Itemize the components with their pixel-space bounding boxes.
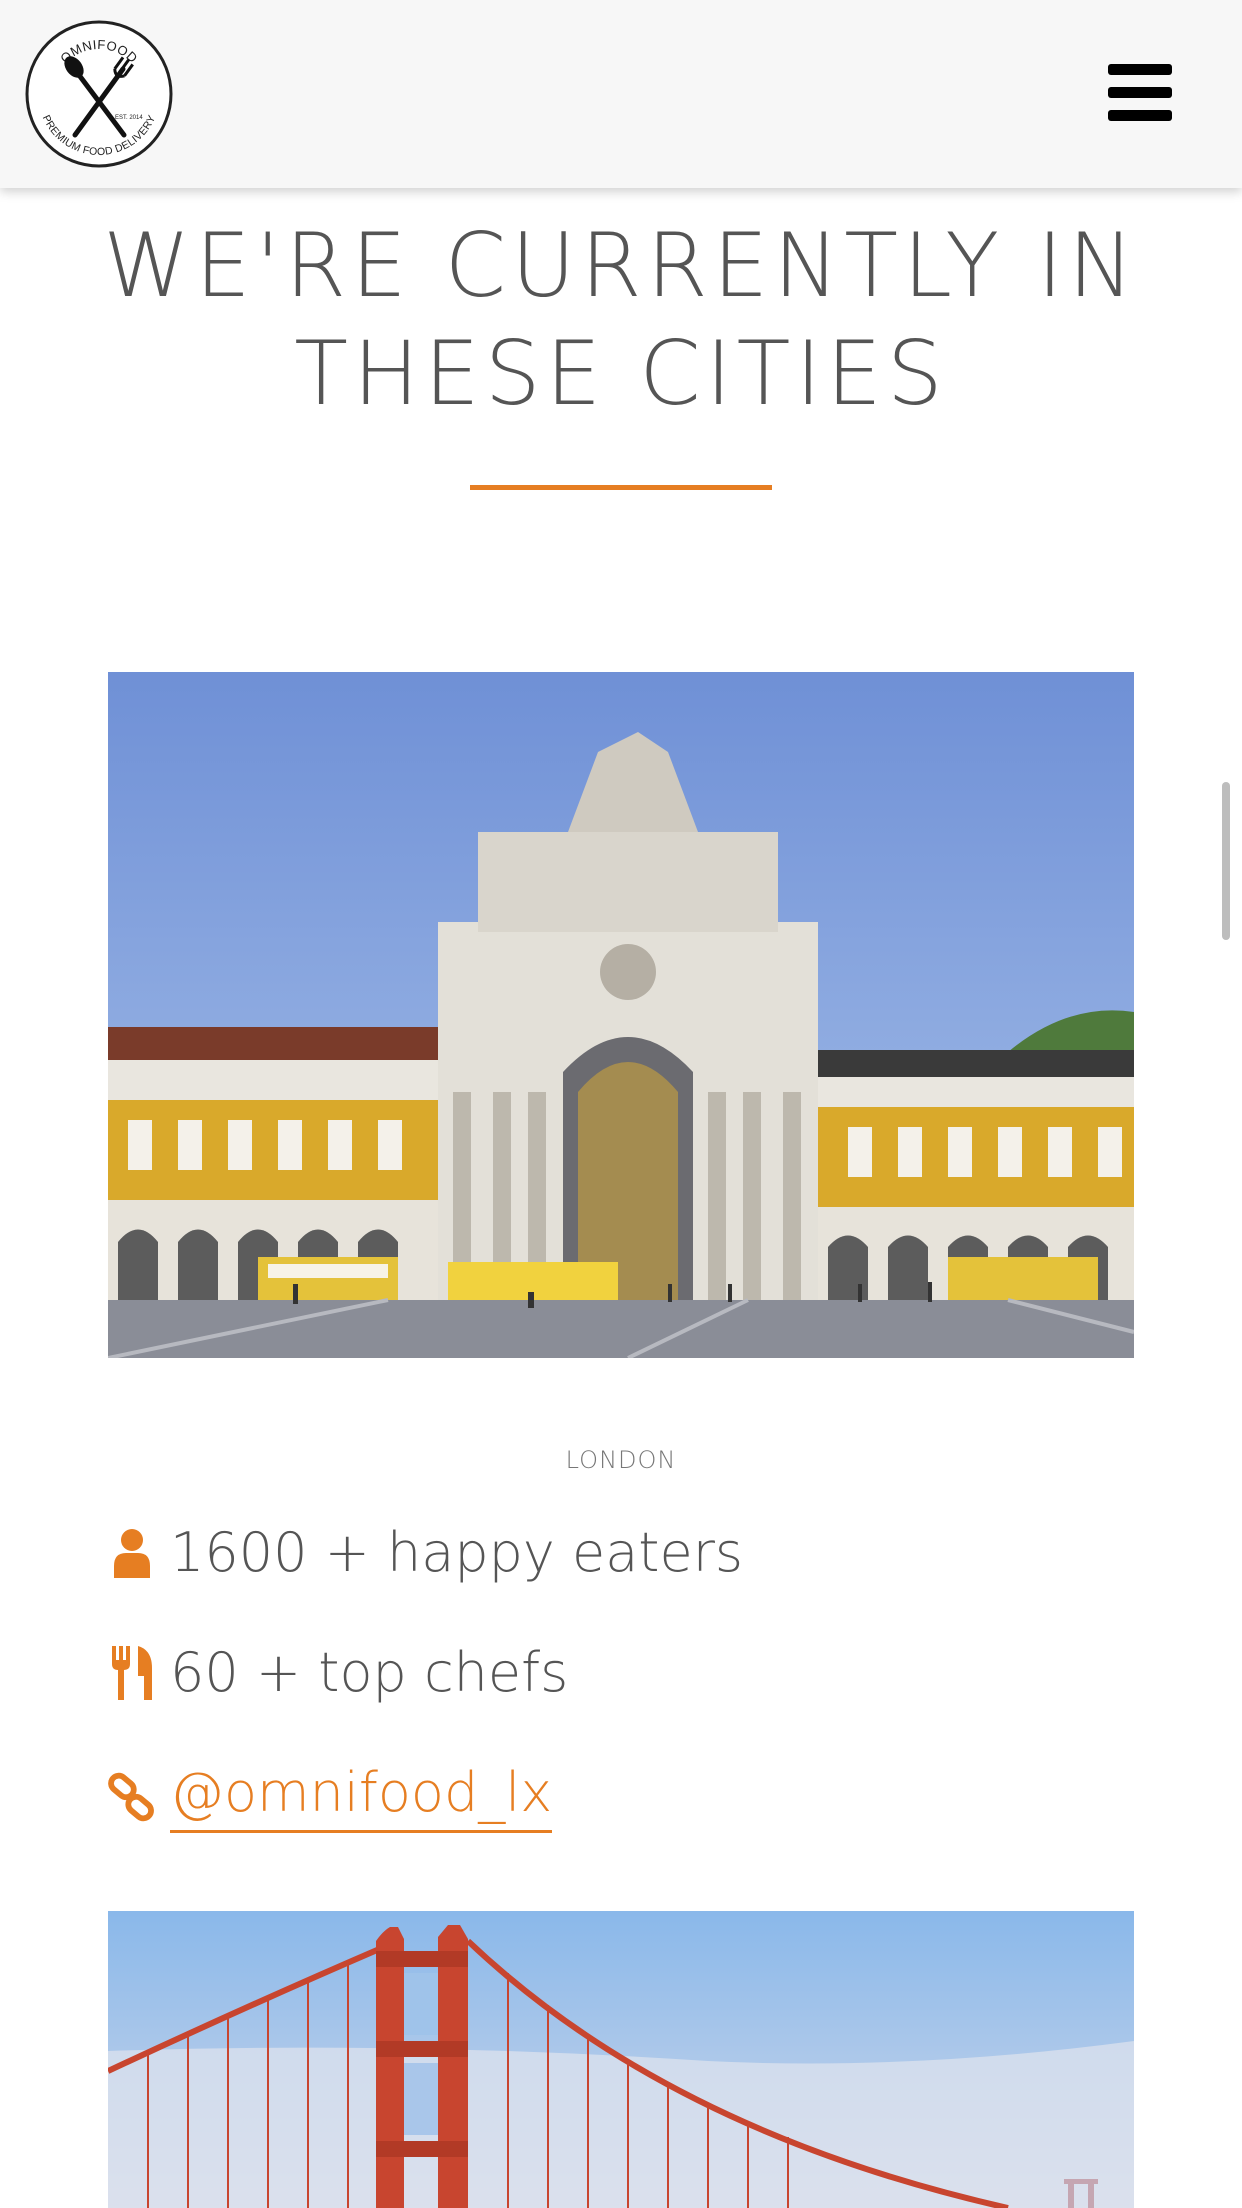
- feature-twitter-link[interactable]: @omnifood_lx: [108, 1761, 553, 1833]
- cutlery-icon: [108, 1645, 156, 1701]
- person-icon: [108, 1525, 156, 1581]
- title-divider: [470, 485, 772, 490]
- link-icon: [108, 1769, 156, 1825]
- section-title-line1: WE'RE CURRENTLY IN: [103, 214, 1139, 317]
- section-title-line2: THESE CITIES: [294, 322, 948, 425]
- logo-est-text: EST. 2014: [115, 115, 143, 121]
- section-title: WE'RE CURRENTLY IN THESE CITIES: [0, 212, 1242, 428]
- hamburger-menu-icon[interactable]: [1108, 64, 1172, 122]
- site-header: OMNIFOOD PREMIUM FOOD DELIVERY EST. 2014: [0, 0, 1242, 188]
- twitter-handle-link[interactable]: @omnifood_lx: [170, 1761, 553, 1833]
- feature-text: 1600 + happy eaters: [170, 1521, 744, 1584]
- city-name: LONDON: [565, 1446, 677, 1474]
- scrollbar[interactable]: [1222, 782, 1230, 940]
- city-photo-london: [108, 672, 1134, 1358]
- city-photo-bridge: [108, 1911, 1134, 2208]
- feature-happy-eaters: 1600 + happy eaters: [108, 1521, 743, 1584]
- omnifood-logo[interactable]: OMNIFOOD PREMIUM FOOD DELIVERY EST. 2014: [24, 19, 174, 169]
- feature-text: 60 + top chefs: [170, 1641, 569, 1704]
- feature-top-chefs: 60 + top chefs: [108, 1641, 568, 1704]
